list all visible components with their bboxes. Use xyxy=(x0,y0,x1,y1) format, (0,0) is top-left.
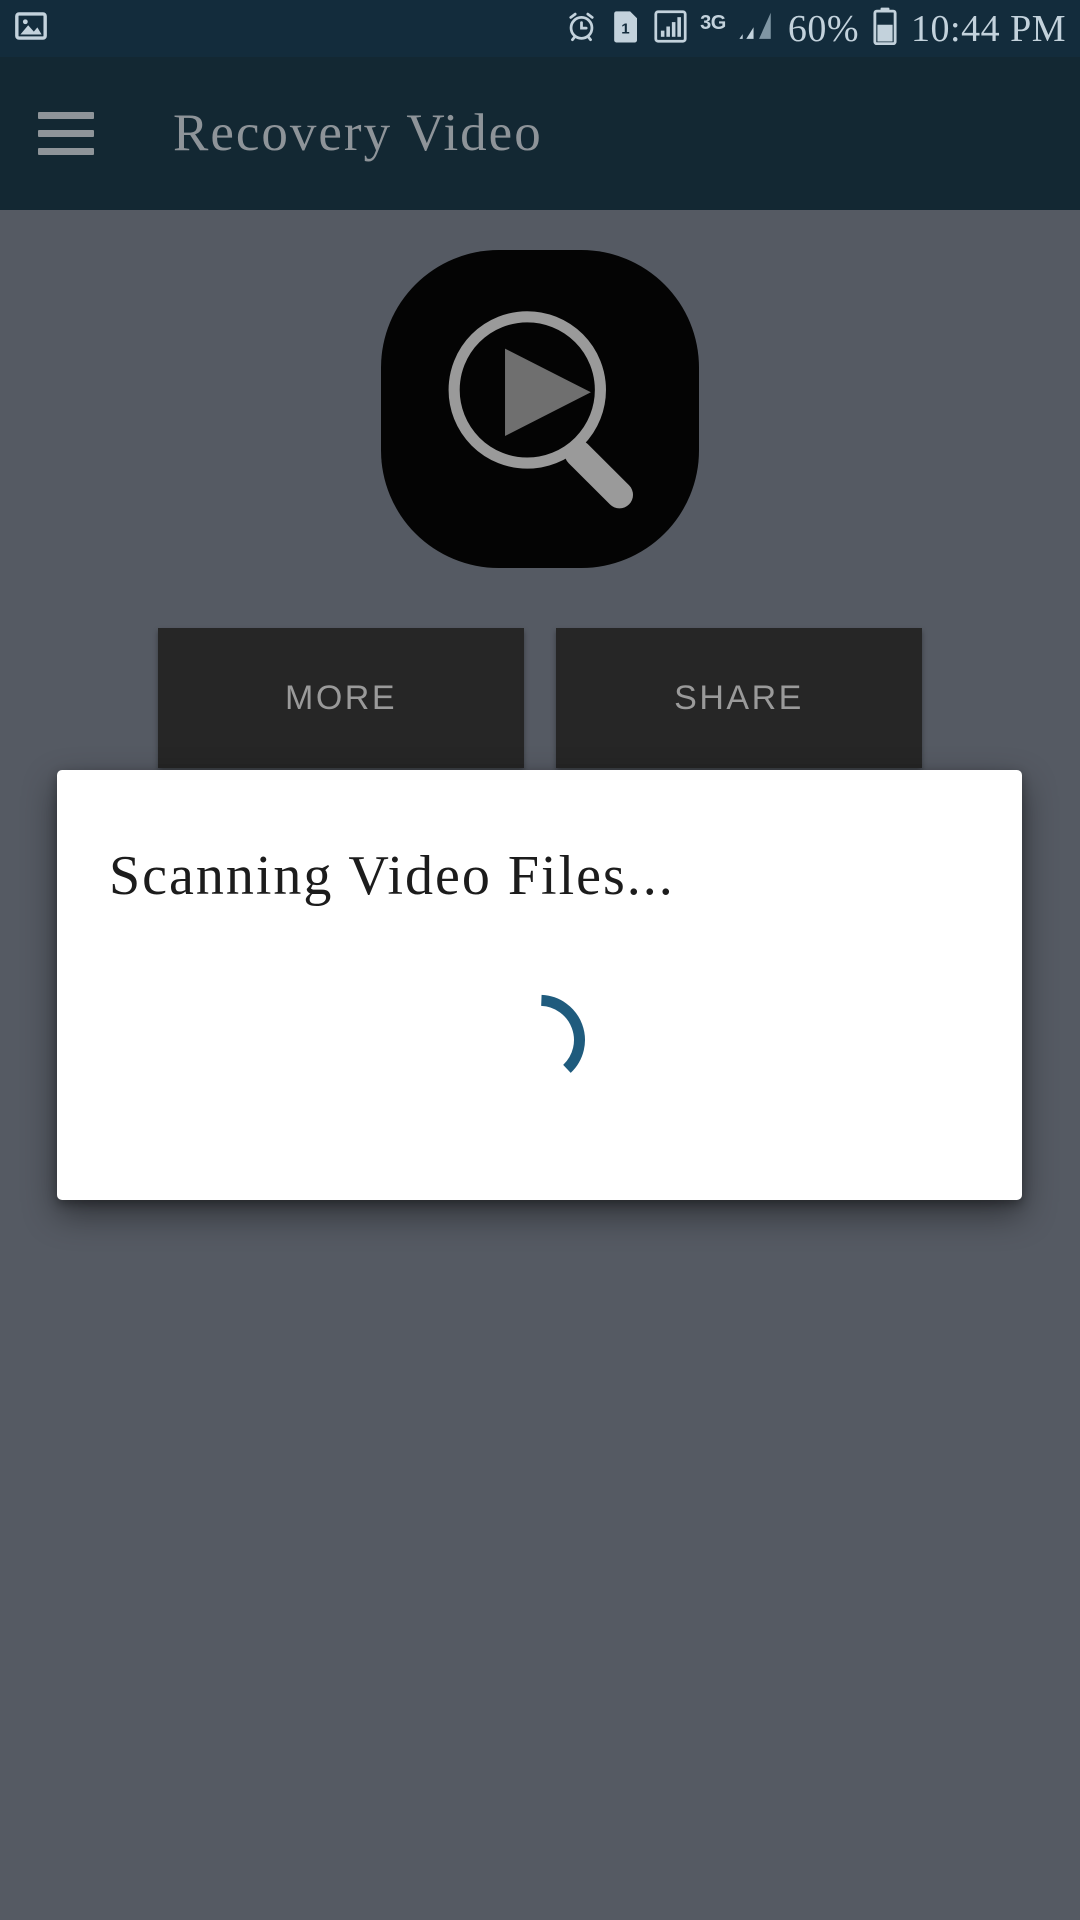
menu-bar-3 xyxy=(38,148,94,155)
app-bar: Recovery Video xyxy=(0,57,1080,210)
svg-text:1: 1 xyxy=(621,20,629,37)
status-bar-right: 1 3G 60% 10:44 PM xyxy=(565,7,1066,50)
status-bar: 1 3G 60% 10:44 PM xyxy=(0,0,1080,57)
signal-bars-icon xyxy=(654,9,687,48)
menu-bar-1 xyxy=(38,112,94,119)
loading-spinner xyxy=(540,994,585,1073)
battery-icon xyxy=(872,7,898,50)
scanning-dialog: Scanning Video Files... xyxy=(57,770,1022,1200)
main-content: MORE SHARE Scanning Video Files... xyxy=(0,210,1080,1920)
battery-percent-label: 60% xyxy=(787,7,860,50)
app-title: Recovery Video xyxy=(173,104,543,162)
spinner-container xyxy=(57,985,1022,1095)
signal-strength-icon xyxy=(739,10,775,48)
phone-screen: 1 3G 60% 10:44 PM Recovery Video MORE SH… xyxy=(0,0,1080,1920)
clock-label: 10:44 PM xyxy=(911,7,1066,50)
hamburger-menu-icon[interactable] xyxy=(38,102,102,166)
menu-bar-2 xyxy=(38,130,94,137)
image-icon xyxy=(14,9,48,48)
alarm-icon xyxy=(565,10,598,48)
sim-card-1-icon: 1 xyxy=(611,10,641,48)
dialog-title: Scanning Video Files... xyxy=(109,845,675,907)
status-bar-left xyxy=(14,9,48,48)
network-type-label: 3G xyxy=(700,12,726,34)
